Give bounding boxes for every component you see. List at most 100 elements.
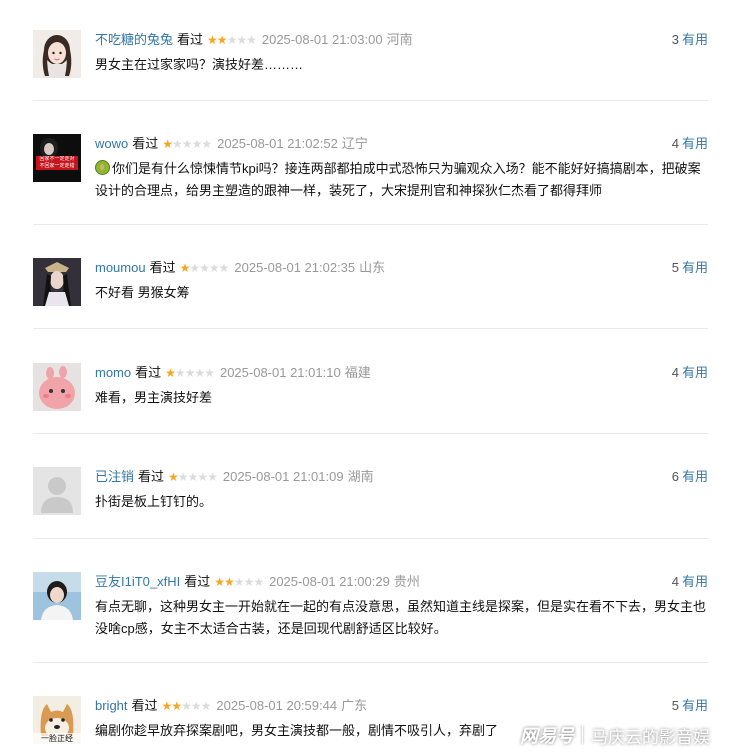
avatar[interactable] bbox=[33, 467, 81, 515]
avatar[interactable]: 一脸正经 bbox=[33, 696, 81, 744]
star-empty-icon: ★ bbox=[172, 137, 183, 151]
divider bbox=[33, 328, 708, 329]
comment-location: 福建 bbox=[344, 365, 371, 380]
watch-status: 看过 bbox=[135, 365, 162, 380]
useful-vote-button[interactable]: 4 有用 bbox=[672, 572, 708, 592]
star-empty-icon: ★ bbox=[177, 470, 189, 484]
divider bbox=[33, 224, 708, 225]
useful-label: 有用 bbox=[681, 260, 708, 275]
rating-stars: ★★★★★ bbox=[162, 696, 212, 716]
useful-vote-button[interactable]: 4 有用 bbox=[672, 363, 708, 383]
comment-time: 2025-08-01 21:01:10 bbox=[219, 365, 341, 380]
comment-meta: bright 看过 ★★★★★ 2025-08-01 20:59:44 广东 bbox=[95, 696, 367, 716]
watch-status: 看过 bbox=[131, 698, 158, 713]
divider bbox=[33, 662, 708, 663]
comment-meta: 不吃糖的兔兔 看过 ★★★★★ 2025-08-01 21:03:00 河南 bbox=[95, 30, 413, 50]
username-link[interactable]: moumou bbox=[95, 260, 146, 275]
comment-time: 2025-08-01 21:01:09 bbox=[222, 469, 344, 484]
vote-count: 6 bbox=[671, 469, 679, 484]
star-filled-icon: ★ bbox=[165, 366, 176, 380]
comment-meta: wowo 看过 ★★★★★ 2025-08-01 21:02:52 辽宁 bbox=[95, 134, 368, 154]
avatar[interactable] bbox=[33, 363, 81, 411]
star-empty-icon: ★ bbox=[204, 366, 215, 380]
useful-vote-button[interactable]: 5 有用 bbox=[672, 258, 708, 278]
useful-label: 有用 bbox=[681, 365, 708, 380]
useful-label: 有用 bbox=[681, 469, 708, 484]
useful-vote-button[interactable]: 6 有用 bbox=[672, 467, 708, 487]
rating-stars: ★★★★★ bbox=[207, 30, 257, 50]
watch-status: 看过 bbox=[184, 574, 211, 589]
comment-body: 你们是有什么惊悚情节kpi吗？接连两部都拍成中式恐怖只为骗观众入场？能不能好好搞… bbox=[95, 158, 708, 202]
star-empty-icon: ★ bbox=[181, 137, 193, 151]
comment-meta: 豆友I1iT0_xfHI 看过 ★★★★★ 2025-08-01 21:00:29 贵州 bbox=[95, 572, 420, 592]
star-empty-icon: ★ bbox=[246, 33, 257, 47]
avatar-caption: 一脸正经 bbox=[33, 733, 81, 744]
vote-count: 4 bbox=[671, 136, 679, 151]
rating-stars: ★★★★★ bbox=[165, 363, 215, 383]
username-link[interactable]: bright bbox=[95, 698, 128, 713]
star-empty-icon: ★ bbox=[187, 470, 199, 484]
rating-stars: ★★★★★ bbox=[214, 572, 264, 592]
rating-stars: ★★★★★ bbox=[168, 467, 218, 487]
useful-vote-button[interactable]: 3 有用 bbox=[672, 30, 708, 50]
comment-text: 扑街是板上钉钉的。 bbox=[95, 494, 213, 509]
vote-count: 4 bbox=[671, 574, 679, 589]
star-filled-icon: ★ bbox=[168, 470, 179, 484]
star-filled-icon: ★ bbox=[216, 33, 228, 47]
avatar-sign-text: 回家不一定走对 不回家一定走错 bbox=[39, 156, 75, 169]
star-empty-icon: ★ bbox=[194, 366, 205, 380]
star-empty-icon: ★ bbox=[199, 261, 210, 275]
comment-location: 山东 bbox=[359, 260, 386, 275]
star-empty-icon: ★ bbox=[233, 575, 245, 589]
star-empty-icon: ★ bbox=[243, 575, 255, 589]
star-empty-icon: ★ bbox=[200, 699, 212, 713]
comment-location: 广东 bbox=[341, 698, 368, 713]
star-empty-icon: ★ bbox=[191, 137, 203, 151]
comment-location: 贵州 bbox=[393, 574, 420, 589]
avatar[interactable]: 回家不一定走对 不回家一定走错 bbox=[33, 134, 81, 182]
comment-text: 你们是有什么惊悚情节kpi吗？接连两部都拍成中式恐怖只为骗观众入场？能不能好好搞… bbox=[95, 161, 701, 198]
watch-status: 看过 bbox=[138, 469, 165, 484]
useful-label: 有用 bbox=[681, 574, 708, 589]
star-filled-icon: ★ bbox=[214, 575, 225, 589]
star-empty-icon: ★ bbox=[236, 33, 247, 47]
comment-text: 不好看 男猴女筹 bbox=[95, 285, 190, 300]
comment-time: 2025-08-01 21:02:52 bbox=[217, 136, 338, 151]
avatar[interactable] bbox=[33, 572, 81, 620]
username-link[interactable]: 豆友I1iT0_xfHI bbox=[95, 574, 180, 589]
comment-meta: momo 看过 ★★★★★ 2025-08-01 21:01:10 福建 bbox=[95, 363, 371, 383]
useful-vote-button[interactable]: 4 有用 bbox=[672, 134, 708, 154]
watermark-author: 马庆云的影音娱 bbox=[591, 727, 710, 747]
divider bbox=[33, 100, 708, 101]
star-empty-icon: ★ bbox=[181, 699, 192, 713]
rating-stars: ★★★★★ bbox=[179, 258, 230, 278]
star-filled-icon: ★ bbox=[207, 33, 218, 47]
watermark-logo: 网易号 bbox=[520, 726, 574, 746]
useful-label: 有用 bbox=[681, 136, 708, 151]
star-empty-icon: ★ bbox=[253, 575, 264, 589]
star-empty-icon: ★ bbox=[218, 261, 230, 275]
username-link[interactable]: 不吃糖的兔兔 bbox=[95, 32, 173, 47]
star-empty-icon: ★ bbox=[197, 470, 208, 484]
star-empty-icon: ★ bbox=[207, 470, 218, 484]
star-filled-icon: ★ bbox=[162, 137, 173, 151]
useful-vote-button[interactable]: 5 有用 bbox=[672, 696, 708, 716]
avatar[interactable] bbox=[33, 258, 81, 306]
watch-status: 看过 bbox=[177, 32, 204, 47]
vote-count: 5 bbox=[671, 698, 679, 713]
username-link[interactable]: momo bbox=[95, 365, 131, 380]
avocado-emoji-icon bbox=[95, 160, 110, 175]
watch-status: 看过 bbox=[149, 260, 176, 275]
comment-location: 辽宁 bbox=[341, 136, 368, 151]
star-filled-icon: ★ bbox=[179, 261, 191, 275]
star-empty-icon: ★ bbox=[184, 366, 196, 380]
username-link[interactable]: 已注销 bbox=[95, 469, 134, 484]
avatar[interactable] bbox=[33, 30, 81, 78]
comment-location: 湖南 bbox=[347, 469, 374, 484]
watermark: 网易号 马庆云的影音娱 bbox=[520, 718, 744, 752]
divider bbox=[33, 433, 708, 434]
vote-count: 5 bbox=[671, 260, 679, 275]
username-link[interactable]: wowo bbox=[95, 136, 128, 151]
star-filled-icon: ★ bbox=[171, 699, 182, 713]
star-empty-icon: ★ bbox=[189, 261, 200, 275]
